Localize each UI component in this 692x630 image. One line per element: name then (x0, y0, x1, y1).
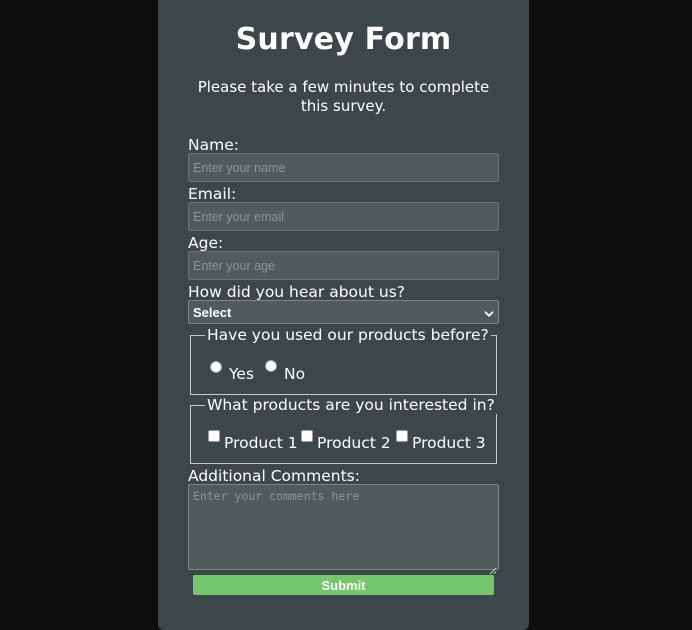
resize-grip-icon[interactable] (489, 560, 497, 575)
no-radio[interactable] (265, 360, 277, 372)
source-select-value: Select (193, 304, 232, 320)
age-label: Age: (188, 234, 224, 252)
source-select[interactable]: Select (188, 300, 499, 324)
yes-radio-label[interactable]: Yes (229, 365, 254, 383)
comments-textarea[interactable] (188, 484, 499, 570)
email-label: Email: (188, 185, 237, 203)
interests-fieldset: What products are you interested in? Pro… (190, 396, 497, 464)
age-input[interactable] (188, 251, 499, 280)
name-input[interactable] (188, 153, 499, 182)
product-1-label[interactable]: Product 1 (224, 434, 298, 452)
used-products-fieldset: Have you used our products before? Yes N… (190, 326, 497, 395)
survey-form-card: Survey Form Please take a few minutes to… (158, 0, 529, 630)
yes-radio[interactable] (210, 361, 222, 373)
product-2-checkbox[interactable] (301, 430, 313, 442)
product-3-label[interactable]: Product 3 (412, 434, 486, 452)
source-label: How did you hear about us? (188, 283, 405, 301)
name-label: Name: (188, 136, 239, 154)
product-2-label[interactable]: Product 2 (317, 434, 391, 452)
used-products-legend: Have you used our products before? (205, 326, 491, 344)
chevron-down-icon (484, 307, 494, 317)
no-radio-label[interactable]: No (284, 365, 305, 383)
comments-label: Additional Comments: (188, 467, 360, 485)
submit-button[interactable]: Submit (193, 575, 494, 595)
page-title: Survey Form (235, 22, 452, 57)
form-description: Please take a few minutes to complete th… (197, 78, 490, 115)
interests-legend: What products are you interested in? (205, 396, 497, 414)
email-input[interactable] (188, 202, 499, 231)
product-3-checkbox[interactable] (396, 430, 408, 442)
product-1-checkbox[interactable] (208, 430, 220, 442)
